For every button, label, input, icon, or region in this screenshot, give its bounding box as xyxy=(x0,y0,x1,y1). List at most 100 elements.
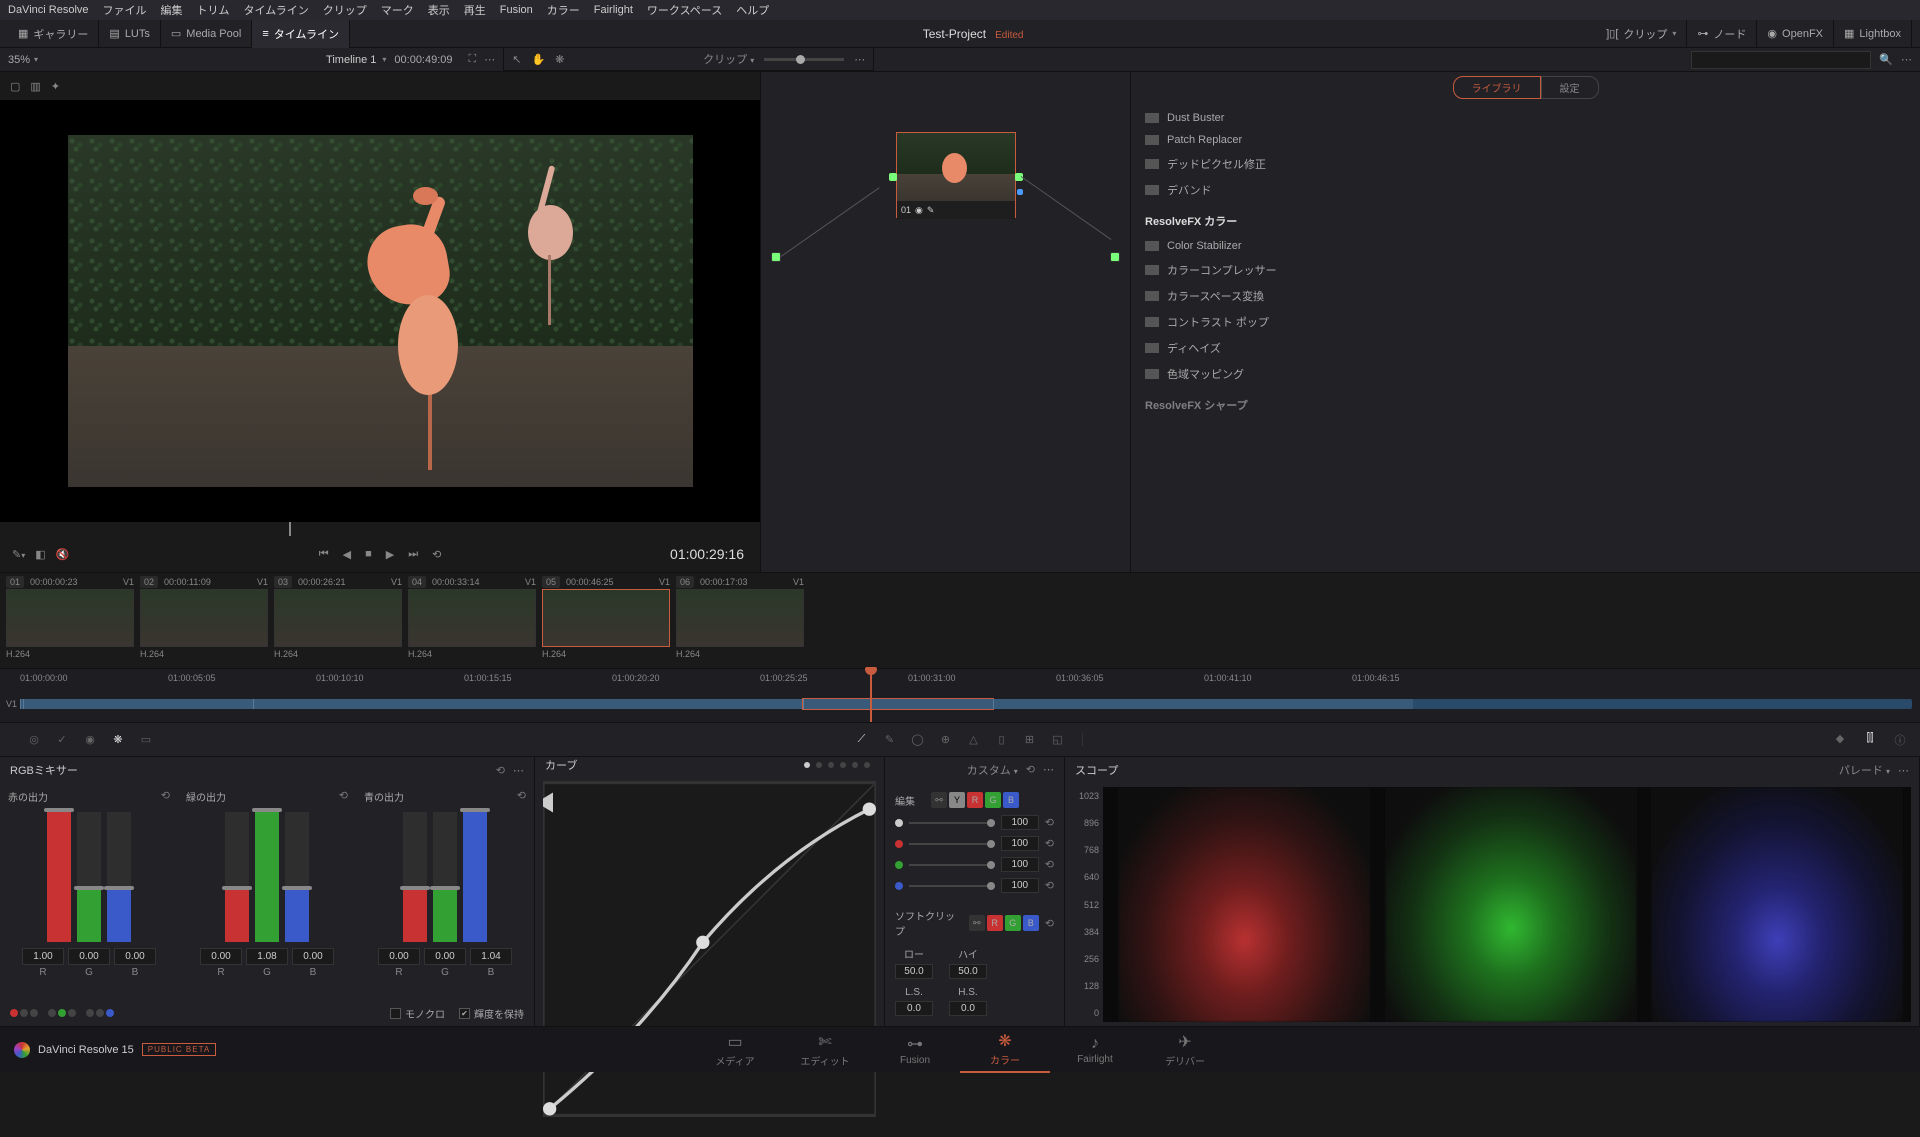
rgb-bar-slider[interactable] xyxy=(463,812,487,942)
fx-search-input[interactable] xyxy=(1691,51,1871,69)
node-source[interactable] xyxy=(771,252,781,262)
menu-item[interactable]: ファイル xyxy=(103,2,147,18)
more-icon[interactable]: ⋯ xyxy=(854,53,865,66)
node-01[interactable]: 01◉✎ xyxy=(896,132,1016,218)
clip-thumbnail[interactable] xyxy=(542,589,670,647)
prev-clip-icon[interactable]: ⏮ xyxy=(319,548,329,561)
highlight-icon[interactable]: ✦ xyxy=(51,80,60,93)
fx-item[interactable]: Color Stabilizer xyxy=(1131,235,1920,257)
fx-item[interactable]: カラースペース変換 xyxy=(1131,283,1920,309)
node-zoom-slider[interactable] xyxy=(764,58,844,61)
page-fusion[interactable]: ⊶Fusion xyxy=(870,1030,960,1070)
fx-item[interactable]: カラーコンプレッサー xyxy=(1131,257,1920,283)
green-slider[interactable] xyxy=(909,864,995,866)
menu-item[interactable]: 編集 xyxy=(161,2,183,18)
blue-slider[interactable] xyxy=(909,885,995,887)
more-icon[interactable]: ⋯ xyxy=(1901,53,1912,66)
lum-value[interactable]: 100 xyxy=(1001,815,1039,830)
timeline-button[interactable]: ≡タイムライン xyxy=(252,20,350,48)
rgb-value[interactable]: 0.00 xyxy=(292,948,334,965)
node-output-final[interactable] xyxy=(1110,252,1120,262)
r-channel-chip[interactable]: R xyxy=(967,792,983,808)
clip-thumbnail[interactable] xyxy=(274,589,402,647)
more-icon[interactable]: ⋯ xyxy=(1043,763,1054,776)
y-channel-chip[interactable]: Y xyxy=(949,792,965,808)
more-icon[interactable]: ⋯ xyxy=(1898,764,1909,777)
menu-item[interactable]: 再生 xyxy=(464,2,486,18)
fx-item[interactable]: デッドピクセル修正 xyxy=(1131,151,1920,177)
timeline-select[interactable]: Timeline 1▾ xyxy=(326,54,386,66)
menu-item[interactable]: ワークスペース xyxy=(647,2,722,18)
page-fairlight[interactable]: ♪Fairlight xyxy=(1050,1031,1140,1069)
hand-tool-icon[interactable]: ✋ xyxy=(531,53,545,66)
color-tool-icon[interactable]: ❋ xyxy=(555,53,564,66)
menu-item[interactable]: 表示 xyxy=(428,2,450,18)
rgb-value[interactable]: 1.08 xyxy=(246,948,288,965)
rgb-bar-slider[interactable] xyxy=(47,812,71,942)
red-value[interactable]: 100 xyxy=(1001,836,1039,851)
luts-button[interactable]: ▤LUTs xyxy=(99,20,160,48)
high-value[interactable]: 50.0 xyxy=(949,964,987,979)
arrow-tool-icon[interactable]: ↖ xyxy=(512,53,521,66)
lightbox-button[interactable]: ▦Lightbox xyxy=(1834,20,1912,48)
rgb-bar-slider[interactable] xyxy=(77,812,101,942)
preserve-lum-checkbox[interactable]: ✔輝度を保持 xyxy=(459,1006,524,1021)
info-icon[interactable]: ⓘ xyxy=(1890,732,1910,748)
motion-icon[interactable]: ▭ xyxy=(136,733,156,746)
colormatch-icon[interactable]: ✓ xyxy=(52,733,72,746)
menu-item[interactable]: ヘルプ xyxy=(736,2,769,18)
parade-scope[interactable] xyxy=(1103,787,1911,1022)
fx-tab-library[interactable]: ライブラリ xyxy=(1453,76,1541,99)
link-icon[interactable]: ⚯ xyxy=(931,792,947,808)
g-chip[interactable]: G xyxy=(1005,915,1021,931)
blur-icon[interactable]: △ xyxy=(964,733,984,746)
rgb-value[interactable]: 0.00 xyxy=(114,948,156,965)
picker-tool-icon[interactable]: ✎▾ xyxy=(12,548,25,561)
reset-icon[interactable]: ⟲ xyxy=(1045,816,1054,829)
link-icon[interactable]: ⚯ xyxy=(969,915,985,931)
page-deliver[interactable]: ✈デリバー xyxy=(1140,1028,1230,1072)
monochrome-checkbox[interactable]: モノクロ xyxy=(390,1006,445,1021)
rgb-bar-slider[interactable] xyxy=(433,812,457,942)
r-chip[interactable]: R xyxy=(987,915,1003,931)
reset-icon[interactable]: ⟲ xyxy=(1045,879,1054,892)
zoom-select[interactable]: 35%▾ xyxy=(0,54,46,66)
rgb-value[interactable]: 1.04 xyxy=(470,948,512,965)
mediapool-button[interactable]: ▭Media Pool xyxy=(161,20,252,48)
menu-item[interactable]: タイムライン xyxy=(244,2,309,18)
picker-icon[interactable]: ▢ xyxy=(10,80,20,93)
fx-item[interactable]: 色域マッピング xyxy=(1131,361,1920,387)
loop-icon[interactable]: ⟲ xyxy=(432,548,441,561)
rgb-bar-slider[interactable] xyxy=(225,812,249,942)
ls-value[interactable]: 0.0 xyxy=(895,1001,933,1016)
rgb-preset-2[interactable] xyxy=(48,1009,76,1017)
page-edit[interactable]: ✄エディット xyxy=(780,1028,870,1072)
rgb-value[interactable]: 0.00 xyxy=(378,948,420,965)
rgbmixer-icon[interactable]: ❋ xyxy=(108,733,128,746)
menu-item[interactable]: トリム xyxy=(197,2,230,18)
node-mode-select[interactable]: クリップ ▾ xyxy=(703,51,754,67)
scopes-icon[interactable]: ⫿⫿ xyxy=(1860,732,1880,748)
playhead[interactable] xyxy=(870,669,872,722)
menu-item[interactable]: マーク xyxy=(381,2,414,18)
rgb-bar-slider[interactable] xyxy=(107,812,131,942)
search-icon[interactable]: 🔍 xyxy=(1879,53,1893,66)
fx-item[interactable]: Dust Buster xyxy=(1131,107,1920,129)
sizing-icon[interactable]: ⊞ xyxy=(1020,733,1040,746)
reset-icon[interactable]: ⟲ xyxy=(517,789,526,804)
page-color[interactable]: ❋カラー xyxy=(960,1027,1050,1073)
curve-mode-select[interactable]: カスタム ▾ xyxy=(967,762,1018,778)
reset-icon[interactable]: ⟲ xyxy=(1045,858,1054,871)
clips-button[interactable]: ]▯[クリップ▾ xyxy=(1596,20,1687,48)
key-icon[interactable]: ▯ xyxy=(992,733,1012,746)
mute-icon[interactable]: 🔇 xyxy=(56,548,70,561)
mini-timeline[interactable]: 01:00:00:0001:00:05:0501:00:10:1001:00:1… xyxy=(0,668,1920,722)
node-input[interactable] xyxy=(889,173,897,181)
hs-value[interactable]: 0.0 xyxy=(949,1001,987,1016)
clip-thumbnail[interactable] xyxy=(676,589,804,647)
rgb-value[interactable]: 1.00 xyxy=(22,948,64,965)
fx-item[interactable]: ディヘイズ xyxy=(1131,335,1920,361)
next-clip-icon[interactable]: ⏭ xyxy=(408,548,418,561)
green-value[interactable]: 100 xyxy=(1001,857,1039,872)
menu-item[interactable]: クリップ xyxy=(323,2,367,18)
